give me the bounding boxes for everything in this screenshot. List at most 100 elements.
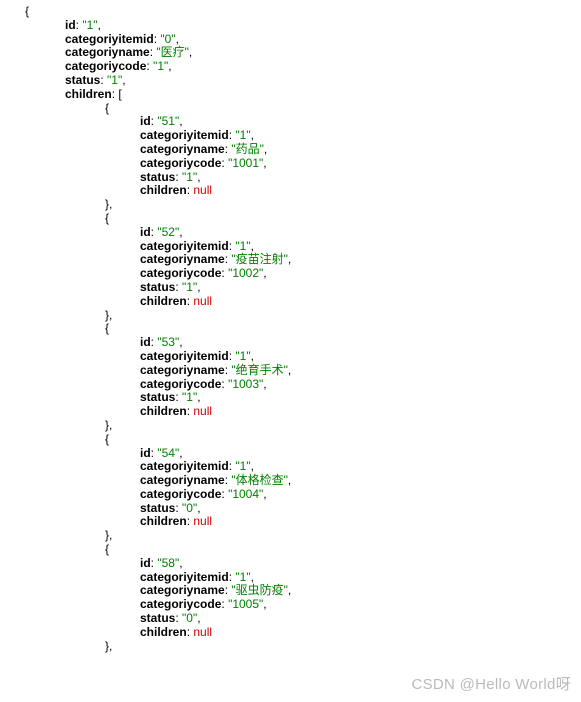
prop-value: null [193, 183, 212, 197]
child-0-prop-3: categoriycode: "1001", [140, 157, 581, 171]
prop-key: categoriyname [140, 583, 225, 597]
comma: , [122, 73, 125, 87]
comma: , [288, 363, 291, 377]
colon: : [187, 625, 190, 639]
prop-key: categoriycode [140, 266, 221, 280]
child-4-prop-0: id: "58", [140, 557, 581, 571]
prop-value: "0" [160, 32, 175, 46]
colon: : [229, 570, 232, 584]
prop-value: "1002" [228, 266, 263, 280]
prop-value: "1" [182, 170, 197, 184]
child-1-prop-2: categoriyname: "疫苗注射", [140, 253, 581, 267]
colon: : [229, 128, 232, 142]
child-0-prop-2: categoriyname: "药品", [140, 143, 581, 157]
child-3-open: { [105, 433, 581, 447]
child-3-prop-0: id: "54", [140, 447, 581, 461]
prop-key: status [65, 73, 100, 87]
comma: , [263, 266, 266, 280]
prop-value: "医疗" [156, 45, 189, 59]
colon: : [100, 73, 103, 87]
prop-key: children [140, 514, 187, 528]
prop-key: status [140, 501, 175, 515]
prop-value: "52" [157, 225, 179, 239]
prop-value: "0" [182, 611, 197, 625]
prop-value: null [193, 514, 212, 528]
prop-key: status [140, 390, 175, 404]
prop-value: null [193, 294, 212, 308]
prop-value: "1" [182, 280, 197, 294]
child-0-close: }, [105, 198, 581, 212]
child-3-prop-5: children: null [140, 515, 581, 529]
comma: , [197, 390, 200, 404]
child-open-brace: { [105, 211, 109, 225]
child-open-brace: { [105, 321, 109, 335]
comma: , [251, 570, 254, 584]
comma: , [197, 611, 200, 625]
prop-value: "58" [157, 556, 179, 570]
root-prop-5: children: [ [65, 88, 581, 102]
child-2-prop-3: categoriycode: "1003", [140, 378, 581, 392]
prop-value: "1" [235, 459, 250, 473]
prop-value: "1005" [228, 597, 263, 611]
prop-key: categoriyitemid [140, 128, 229, 142]
prop-key: categoriyitemid [140, 570, 229, 584]
prop-value: "1" [107, 73, 122, 87]
child-1-prop-3: categoriycode: "1002", [140, 267, 581, 281]
comma: , [251, 459, 254, 473]
colon: : [151, 225, 154, 239]
child-2-close: }, [105, 419, 581, 433]
child-1-prop-5: children: null [140, 295, 581, 309]
child-2-prop-5: children: null [140, 405, 581, 419]
colon: : [175, 611, 178, 625]
child-2-prop-0: id: "53", [140, 336, 581, 350]
colon: : [151, 335, 154, 349]
child-4-prop-5: children: null [140, 626, 581, 640]
comma: , [179, 556, 182, 570]
json-code-block: {id: "1",categoriyitemid: "0",categoriyn… [0, 0, 581, 653]
colon: : [221, 266, 224, 280]
colon: : [221, 487, 224, 501]
child-2-open: { [105, 322, 581, 336]
comma: , [288, 583, 291, 597]
prop-key: categoriycode [140, 487, 221, 501]
prop-key: children [140, 625, 187, 639]
prop-value: "1001" [228, 156, 263, 170]
comma: , [197, 501, 200, 515]
child-close-brace: }, [105, 197, 112, 211]
child-0-open: { [105, 102, 581, 116]
colon: : [151, 446, 154, 460]
prop-key: categoriyitemid [140, 459, 229, 473]
child-2-prop-2: categoriyname: "绝育手术", [140, 364, 581, 378]
child-close-brace: }, [105, 639, 112, 653]
colon: : [151, 556, 154, 570]
comma: , [264, 142, 267, 156]
prop-value: "0" [182, 501, 197, 515]
comma: , [189, 45, 192, 59]
root-prop-1: categoriyitemid: "0", [65, 33, 581, 47]
comma: , [197, 280, 200, 294]
prop-key: categoriyname [140, 252, 225, 266]
comma: , [251, 349, 254, 363]
child-1-prop-4: status: "1", [140, 281, 581, 295]
root-prop-4: status: "1", [65, 74, 581, 88]
comma: , [263, 597, 266, 611]
colon: : [225, 363, 228, 377]
colon: : [151, 114, 154, 128]
child-close-brace: }, [105, 528, 112, 542]
prop-value: "51" [157, 114, 179, 128]
prop-key: status [140, 170, 175, 184]
comma: , [263, 156, 266, 170]
prop-key: id [140, 446, 151, 460]
prop-key: categoriyitemid [140, 349, 229, 363]
prop-value: "1" [182, 390, 197, 404]
colon: : [187, 514, 190, 528]
prop-key: categoriycode [140, 377, 221, 391]
colon: : [187, 404, 190, 418]
child-open-brace: { [105, 432, 109, 446]
child-4-open: { [105, 543, 581, 557]
child-close-brace: }, [105, 418, 112, 432]
child-1-open: { [105, 212, 581, 226]
prop-value: "1" [235, 239, 250, 253]
colon: : [229, 459, 232, 473]
prop-key: categoriyitemid [65, 32, 154, 46]
